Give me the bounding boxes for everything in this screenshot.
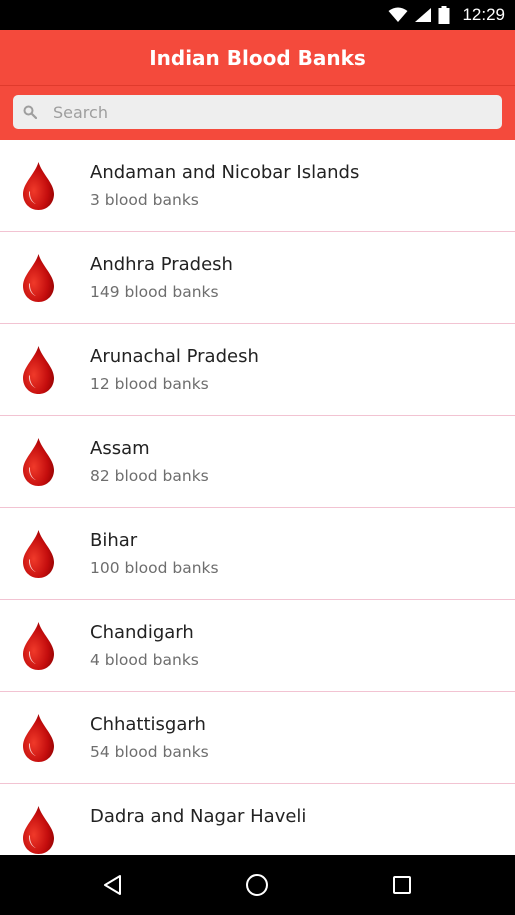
list-item[interactable]: Arunachal Pradesh 12 blood banks [0,324,515,416]
search-icon [23,105,37,119]
search-area [0,85,515,141]
blood-drop-icon [21,805,56,855]
status-time: 12:29 [462,5,505,24]
state-list: Andaman and Nicobar Islands 3 blood banks… [0,140,515,855]
state-name: Assam [90,438,150,459]
back-button[interactable] [98,870,128,900]
blood-drop-icon [21,529,56,579]
state-name: Dadra and Nagar Haveli [90,806,307,827]
battery-icon [438,6,450,24]
blood-drop-icon [21,437,56,487]
status-icons: 12:29 [388,0,505,30]
app-screen: 12:29 Indian Blood Banks Andaman and Nic… [0,0,515,915]
recents-icon [393,876,411,894]
recents-button[interactable] [387,870,417,900]
state-name: Chandigarh [90,622,194,643]
search-input[interactable] [53,102,473,122]
back-icon [104,875,121,895]
list-item[interactable]: Dadra and Nagar Haveli [0,784,515,855]
state-name: Chhattisgarh [90,714,206,735]
wifi-icon [388,7,408,22]
app-title: Indian Blood Banks [149,45,366,70]
home-icon [246,874,268,896]
state-name: Andaman and Nicobar Islands [90,162,360,183]
status-bar: 12:29 [0,0,515,30]
search-box[interactable] [13,95,502,129]
blood-drop-icon [21,621,56,671]
state-name: Andhra Pradesh [90,254,233,275]
app-bar: Indian Blood Banks [0,30,515,85]
blood-bank-count: 4 blood banks [90,651,199,669]
list-item[interactable]: Chandigarh 4 blood banks [0,600,515,692]
list-item[interactable]: Bihar 100 blood banks [0,508,515,600]
signal-icon [415,8,432,22]
list-item[interactable]: Assam 82 blood banks [0,416,515,508]
list-item[interactable]: Chhattisgarh 54 blood banks [0,692,515,784]
blood-bank-count: 54 blood banks [90,743,209,761]
blood-drop-icon [21,253,56,303]
blood-drop-icon [21,161,56,211]
list-item[interactable]: Andaman and Nicobar Islands 3 blood banks [0,140,515,232]
blood-bank-count: 3 blood banks [90,191,199,209]
blood-bank-count: 12 blood banks [90,375,209,393]
state-name: Bihar [90,530,138,551]
navigation-bar [0,855,515,915]
state-name: Arunachal Pradesh [90,346,259,367]
blood-drop-icon [21,345,56,395]
blood-bank-count: 100 blood banks [90,559,219,577]
list-item[interactable]: Andhra Pradesh 149 blood banks [0,232,515,324]
blood-bank-count: 149 blood banks [90,283,219,301]
home-button[interactable] [242,870,272,900]
blood-drop-icon [21,713,56,763]
blood-bank-count: 82 blood banks [90,467,209,485]
